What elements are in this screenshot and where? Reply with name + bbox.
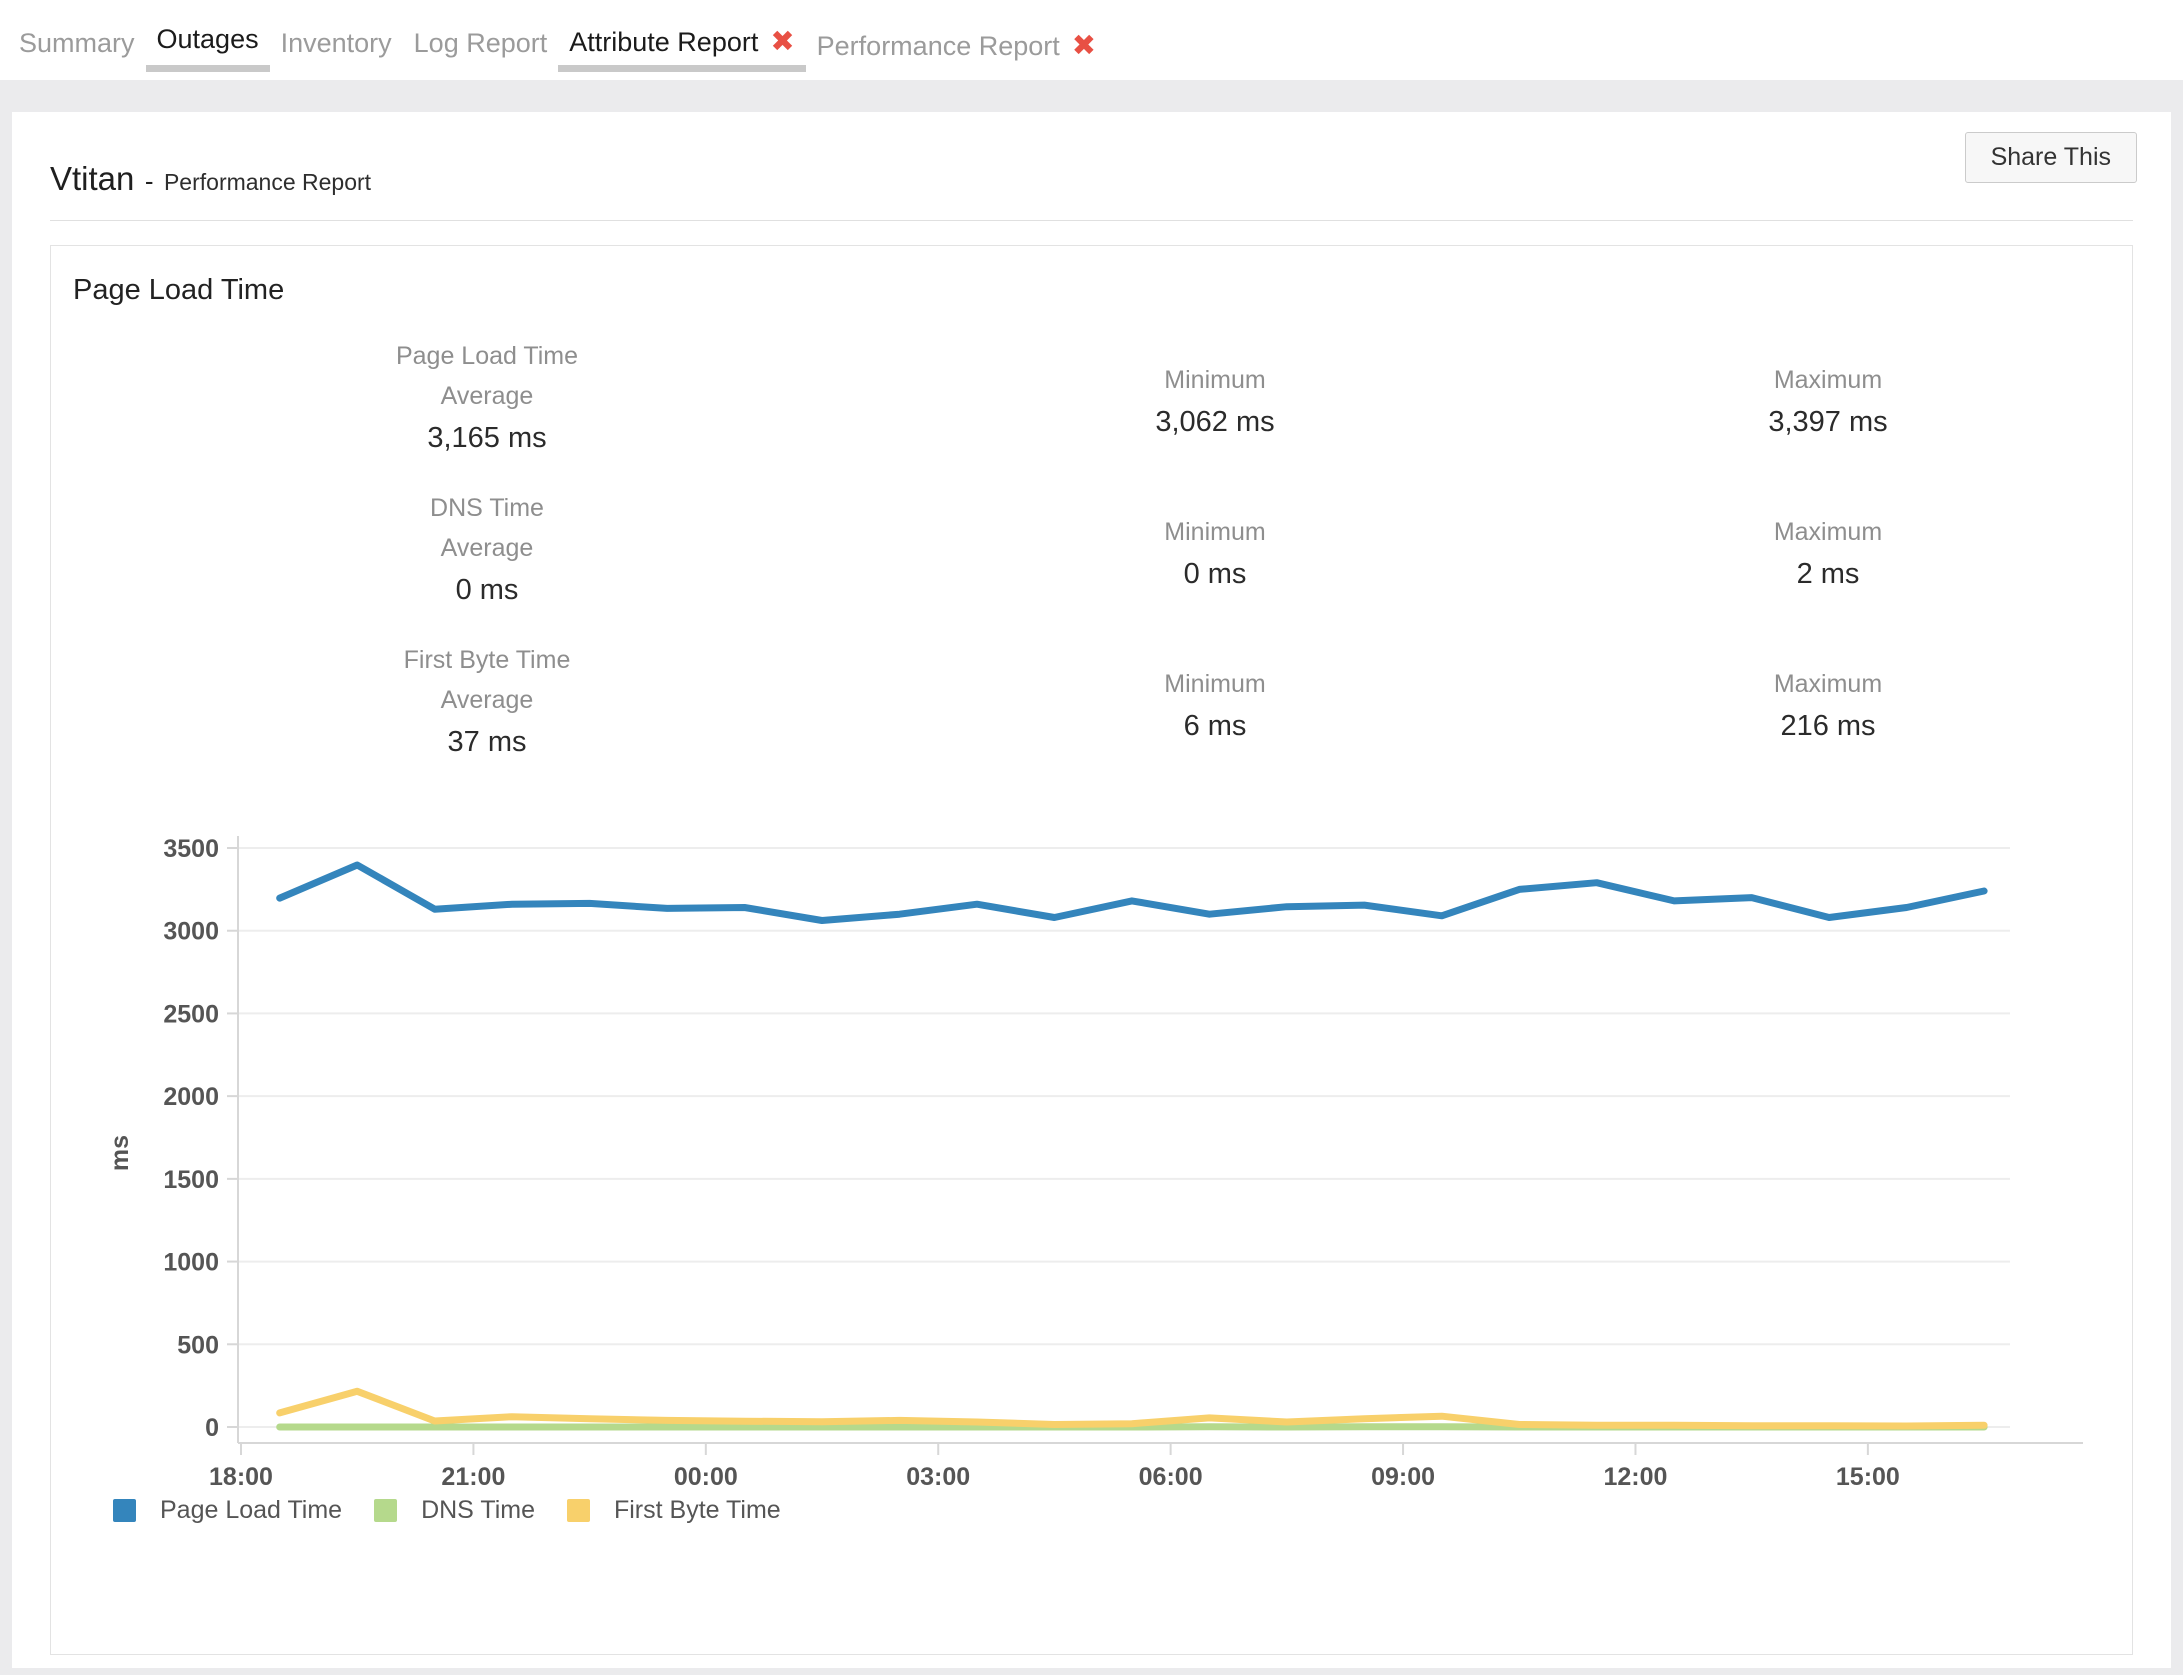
maximum-value: 3,397 ms	[1768, 400, 1887, 444]
tab-label: Log Report	[414, 28, 548, 59]
metric-name: Page Load Time	[396, 336, 578, 376]
minimum-label: Minimum	[1164, 512, 1265, 552]
page-background: Share This Vtitan - Performance Report P…	[0, 80, 2183, 1675]
close-tab-icon[interactable]: ✖	[1072, 32, 1096, 61]
tab-label: Outages	[157, 24, 259, 55]
average-label: Average	[430, 528, 544, 568]
dns-time-swatch-icon	[374, 1499, 397, 1522]
stat-row-dns-time: DNS Time Average 0 ms Minimum 0 ms Maxim…	[51, 488, 2132, 638]
stat-average-block: Page Load Time Average 3,165 ms	[396, 336, 578, 460]
maximum-label: Maximum	[1768, 360, 1887, 400]
minimum-label: Minimum	[1155, 360, 1274, 400]
metric-name: DNS Time	[430, 488, 544, 528]
minimum-value: 3,062 ms	[1155, 400, 1274, 444]
legend-item-first-byte-time[interactable]: First Byte Time	[567, 1496, 781, 1525]
legend-item-page-load-time[interactable]: Page Load Time	[113, 1496, 342, 1525]
stat-maximum-block: Maximum 2 ms	[1774, 512, 1882, 596]
average-label: Average	[396, 376, 578, 416]
svg-text:18:00: 18:00	[209, 1463, 273, 1491]
metric-name: First Byte Time	[404, 640, 571, 680]
device-name: Vtitan	[50, 160, 134, 197]
average-value: 37 ms	[404, 720, 571, 764]
average-value: 0 ms	[430, 568, 544, 612]
minimum-value: 6 ms	[1164, 704, 1265, 748]
legend-label: DNS Time	[421, 1496, 535, 1525]
svg-text:0: 0	[205, 1414, 219, 1442]
svg-text:15:00: 15:00	[1836, 1463, 1900, 1491]
tab-label: Attribute Report	[569, 27, 758, 58]
maximum-label: Maximum	[1774, 664, 1882, 704]
close-tab-icon[interactable]: ✖	[770, 28, 794, 57]
svg-text:09:00: 09:00	[1371, 1463, 1435, 1491]
tab-inventory[interactable]: Inventory	[270, 14, 403, 72]
panel-title: Page Load Time	[73, 274, 284, 307]
first-byte-time-swatch-icon	[567, 1499, 590, 1522]
svg-text:2000: 2000	[163, 1083, 219, 1111]
page-load-time-panel: Page Load Time Page Load Time Average 3,…	[50, 245, 2133, 1655]
maximum-value: 216 ms	[1774, 704, 1882, 748]
report-tabbar: Summary Outages Inventory Log Report Att…	[0, 0, 2183, 80]
title-divider	[50, 220, 2133, 221]
tab-outages[interactable]: Outages	[146, 14, 270, 72]
stat-minimum-block: Minimum 0 ms	[1164, 512, 1265, 596]
maximum-label: Maximum	[1774, 512, 1882, 552]
report-title: Vtitan - Performance Report	[50, 160, 371, 198]
svg-text:ms: ms	[106, 1135, 134, 1171]
stat-row-page-load-time: Page Load Time Average 3,165 ms Minimum …	[51, 336, 2132, 486]
report-card: Share This Vtitan - Performance Report P…	[12, 112, 2171, 1668]
tab-label: Performance Report	[817, 31, 1060, 62]
svg-text:12:00: 12:00	[1603, 1463, 1667, 1491]
svg-text:1500: 1500	[163, 1166, 219, 1194]
svg-text:06:00: 06:00	[1139, 1463, 1203, 1491]
tab-summary[interactable]: Summary	[8, 14, 146, 72]
legend-label: First Byte Time	[614, 1496, 781, 1525]
svg-text:21:00: 21:00	[441, 1463, 505, 1491]
tab-performance-report[interactable]: Performance Report ✖	[806, 20, 1107, 72]
legend-label: Page Load Time	[160, 1496, 342, 1525]
svg-text:3000: 3000	[163, 918, 219, 946]
svg-text:03:00: 03:00	[906, 1463, 970, 1491]
svg-text:500: 500	[177, 1331, 219, 1359]
stat-average-block: First Byte Time Average 37 ms	[404, 640, 571, 764]
svg-text:3500: 3500	[163, 835, 219, 863]
average-value: 3,165 ms	[396, 416, 578, 460]
svg-text:1000: 1000	[163, 1249, 219, 1277]
page-load-time-swatch-icon	[113, 1499, 136, 1522]
stat-minimum-block: Minimum 6 ms	[1164, 664, 1265, 748]
stat-maximum-block: Maximum 216 ms	[1774, 664, 1882, 748]
page-load-time-line-chart: 0 500 1000 1500 2000 2500 3000 3500 18:00 21:00 00…	[51, 808, 2134, 1498]
chart-legend: Page Load Time DNS Time First Byte Time	[113, 1496, 781, 1525]
svg-text:00:00: 00:00	[674, 1463, 738, 1491]
legend-item-dns-time[interactable]: DNS Time	[374, 1496, 535, 1525]
tab-attribute-report[interactable]: Attribute Report ✖	[558, 20, 805, 72]
tab-label: Inventory	[281, 28, 392, 59]
stat-minimum-block: Minimum 3,062 ms	[1155, 360, 1274, 444]
stat-average-block: DNS Time Average 0 ms	[430, 488, 544, 612]
tab-log-report[interactable]: Log Report	[403, 14, 559, 72]
report-type: Performance Report	[164, 169, 371, 195]
tab-label: Summary	[19, 28, 135, 59]
stat-row-first-byte-time: First Byte Time Average 37 ms Minimum 6 …	[51, 640, 2132, 790]
maximum-value: 2 ms	[1774, 552, 1882, 596]
title-separator: -	[145, 166, 154, 196]
average-label: Average	[404, 680, 571, 720]
minimum-label: Minimum	[1164, 664, 1265, 704]
share-this-button[interactable]: Share This	[1965, 132, 2137, 183]
stat-maximum-block: Maximum 3,397 ms	[1768, 360, 1887, 444]
svg-text:2500: 2500	[163, 1000, 219, 1028]
minimum-value: 0 ms	[1164, 552, 1265, 596]
